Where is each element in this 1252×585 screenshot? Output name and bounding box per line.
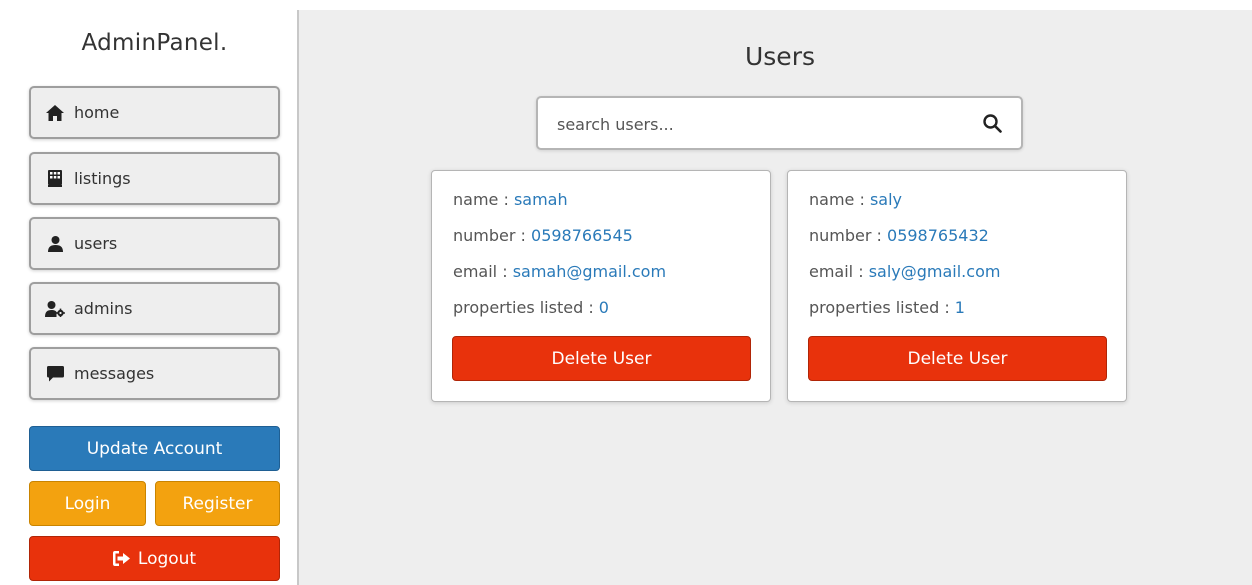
user-gear-icon <box>45 299 65 319</box>
page-title: Users <box>744 42 815 71</box>
user-email: saly@gmail.com <box>868 262 1001 281</box>
sidebar-item-label: admins <box>74 299 133 318</box>
user-name: samah <box>513 190 568 209</box>
user-properties-field: properties listed : 0 <box>453 298 609 317</box>
user-name-field: name : samah <box>453 190 568 209</box>
user-number: 0598766545 <box>531 226 633 245</box>
sidebar-item-home[interactable]: home <box>29 86 280 139</box>
login-button[interactable]: Login <box>29 481 146 526</box>
logo: AdminPanel. <box>81 30 228 56</box>
sidebar-item-messages[interactable]: messages <box>29 347 280 400</box>
field-label: name : <box>453 190 514 209</box>
comment-icon <box>45 364 65 384</box>
logout-label: Logout <box>137 548 197 569</box>
logout-button[interactable]: Logout <box>29 536 280 581</box>
search-box <box>536 96 1023 150</box>
user-number-field: number : 0598765432 <box>809 226 989 245</box>
field-label: properties listed : <box>809 298 955 317</box>
sidebar-item-admins[interactable]: admins <box>29 282 280 335</box>
user-email-field: email : samah@gmail.com <box>453 262 666 281</box>
home-icon <box>45 103 65 123</box>
user-email: samah@gmail.com <box>512 262 667 281</box>
user-properties-field: properties listed : 1 <box>809 298 965 317</box>
user-card: name : samah number : 0598766545 email :… <box>431 170 771 402</box>
top-strip <box>0 0 1252 10</box>
sign-out-icon <box>112 551 130 566</box>
field-label: number : <box>453 226 532 245</box>
delete-user-button[interactable]: Delete User <box>808 336 1107 381</box>
building-icon <box>45 169 65 189</box>
user-name: saly <box>869 190 902 209</box>
sidebar-item-label: home <box>74 103 120 122</box>
search-input[interactable] <box>557 110 957 138</box>
field-label: name : <box>809 190 870 209</box>
user-card: name : saly number : 0598765432 email : … <box>787 170 1127 402</box>
delete-user-button[interactable]: Delete User <box>452 336 751 381</box>
user-properties-count: 1 <box>954 298 965 317</box>
sidebar-item-listings[interactable]: listings <box>29 152 280 205</box>
update-account-button[interactable]: Update Account <box>29 426 280 471</box>
sidebar-item-label: messages <box>74 364 155 383</box>
field-label: number : <box>809 226 888 245</box>
sidebar-item-label: listings <box>74 169 131 188</box>
user-properties-count: 0 <box>598 298 609 317</box>
field-label: properties listed : <box>453 298 599 317</box>
user-icon <box>45 234 65 254</box>
user-name-field: name : saly <box>809 190 902 209</box>
field-label: email : <box>453 262 513 281</box>
user-email-field: email : saly@gmail.com <box>809 262 1000 281</box>
sidebar-item-users[interactable]: users <box>29 217 280 270</box>
user-number-field: number : 0598766545 <box>453 226 633 245</box>
register-button[interactable]: Register <box>155 481 280 526</box>
search-icon[interactable] <box>981 112 1003 134</box>
field-label: email : <box>809 262 869 281</box>
sidebar-item-label: users <box>74 234 118 253</box>
user-number: 0598765432 <box>887 226 989 245</box>
